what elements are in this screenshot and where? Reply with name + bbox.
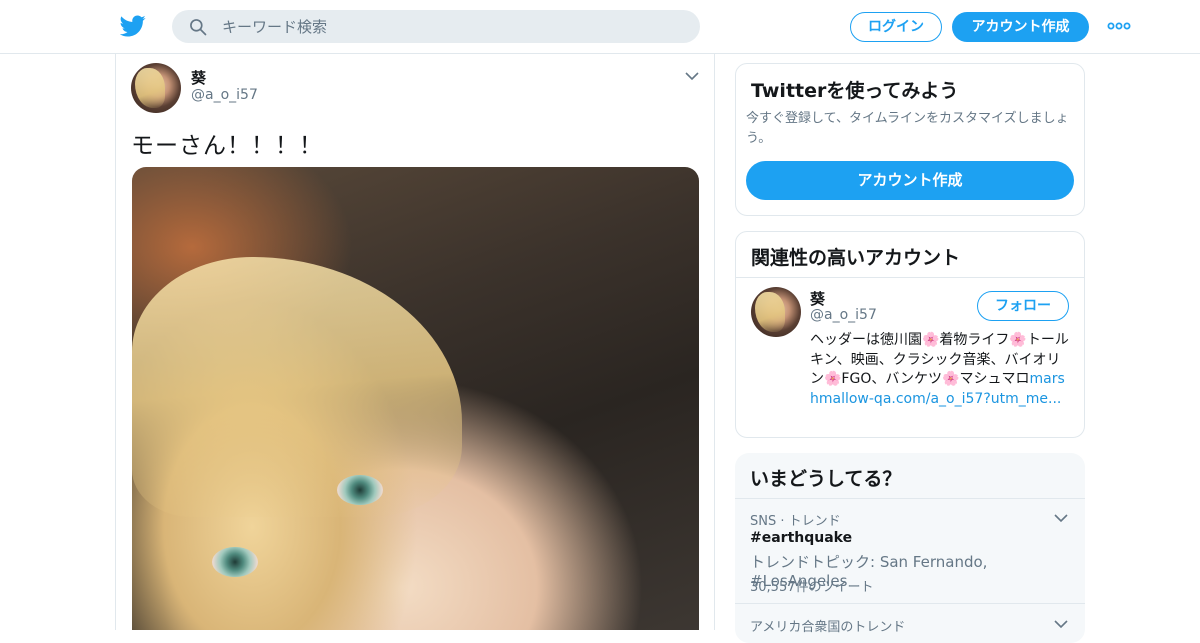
search-box[interactable]: [172, 10, 700, 43]
trend-context: SNS · トレンド: [750, 514, 841, 529]
login-button[interactable]: ログイン: [850, 12, 942, 42]
signup-promo-panel: Twitterを使ってみよう 今すぐ登録して、タイムラインをカスタマイズしましょ…: [735, 63, 1085, 216]
trend-tweet-count: 30,557件のツイート: [750, 580, 874, 595]
tweet-text: モーさん！！！！: [131, 133, 323, 159]
tweet-detail: 葵 @a_o_i57 モーさん！！！！: [115, 54, 715, 630]
photo-eye-left: [337, 475, 383, 505]
related-accounts-panel: 関連性の高いアカウント 葵 @a_o_i57 フォロー ヘッダーは徳川園🌸着物ラ…: [735, 231, 1085, 438]
avatar[interactable]: [131, 63, 181, 113]
follow-button[interactable]: フォロー: [977, 291, 1069, 321]
photo-eye-right: [212, 547, 258, 577]
divider: [736, 277, 1084, 278]
twitter-bird-icon[interactable]: [120, 13, 146, 39]
divider: [735, 603, 1085, 604]
search-input[interactable]: [222, 10, 682, 43]
tweet-photo[interactable]: [132, 167, 699, 630]
chevron-down-icon[interactable]: [1054, 513, 1068, 523]
signup-panel-button[interactable]: アカウント作成: [746, 161, 1074, 200]
related-account-avatar[interactable]: [751, 287, 801, 337]
trends-panel: いまどうしてる？ SNS · トレンド #earthquake トレンドトピック…: [735, 453, 1085, 643]
photo-hair-region: [132, 257, 462, 517]
related-account-handle[interactable]: @a_o_i57: [810, 307, 877, 323]
related-account-bio: ヘッダーは徳川園🌸着物ライフ🌸トールキン、映画、クラシック音楽、バイオリン🌸FG…: [810, 331, 1072, 409]
avatar-image: [751, 287, 801, 337]
signup-panel-title: Twitterを使ってみよう: [751, 80, 959, 102]
related-panel-title: 関連性の高いアカウント: [751, 247, 961, 269]
search-icon: [190, 19, 207, 36]
trend-context: アメリカ合衆国のトレンド: [750, 620, 906, 635]
related-account-name[interactable]: 葵: [810, 288, 825, 309]
trends-panel-title: いまどうしてる？: [750, 468, 902, 490]
avatar-image: [131, 63, 181, 113]
chevron-down-icon[interactable]: [1054, 619, 1068, 629]
tweet-author-name[interactable]: 葵: [191, 67, 206, 88]
signup-button[interactable]: アカウント作成: [952, 12, 1089, 42]
trend-name[interactable]: #earthquake: [750, 530, 852, 546]
chevron-down-icon[interactable]: [685, 71, 699, 81]
more-options-icon[interactable]: [1107, 18, 1131, 34]
tweet-author-handle[interactable]: @a_o_i57: [191, 87, 258, 103]
divider: [735, 498, 1085, 499]
signup-panel-subtitle: 今すぐ登録して、タイムラインをカスタマイズしましょう。: [746, 111, 1069, 146]
top-navigation-bar: ログイン アカウント作成: [0, 0, 1200, 54]
